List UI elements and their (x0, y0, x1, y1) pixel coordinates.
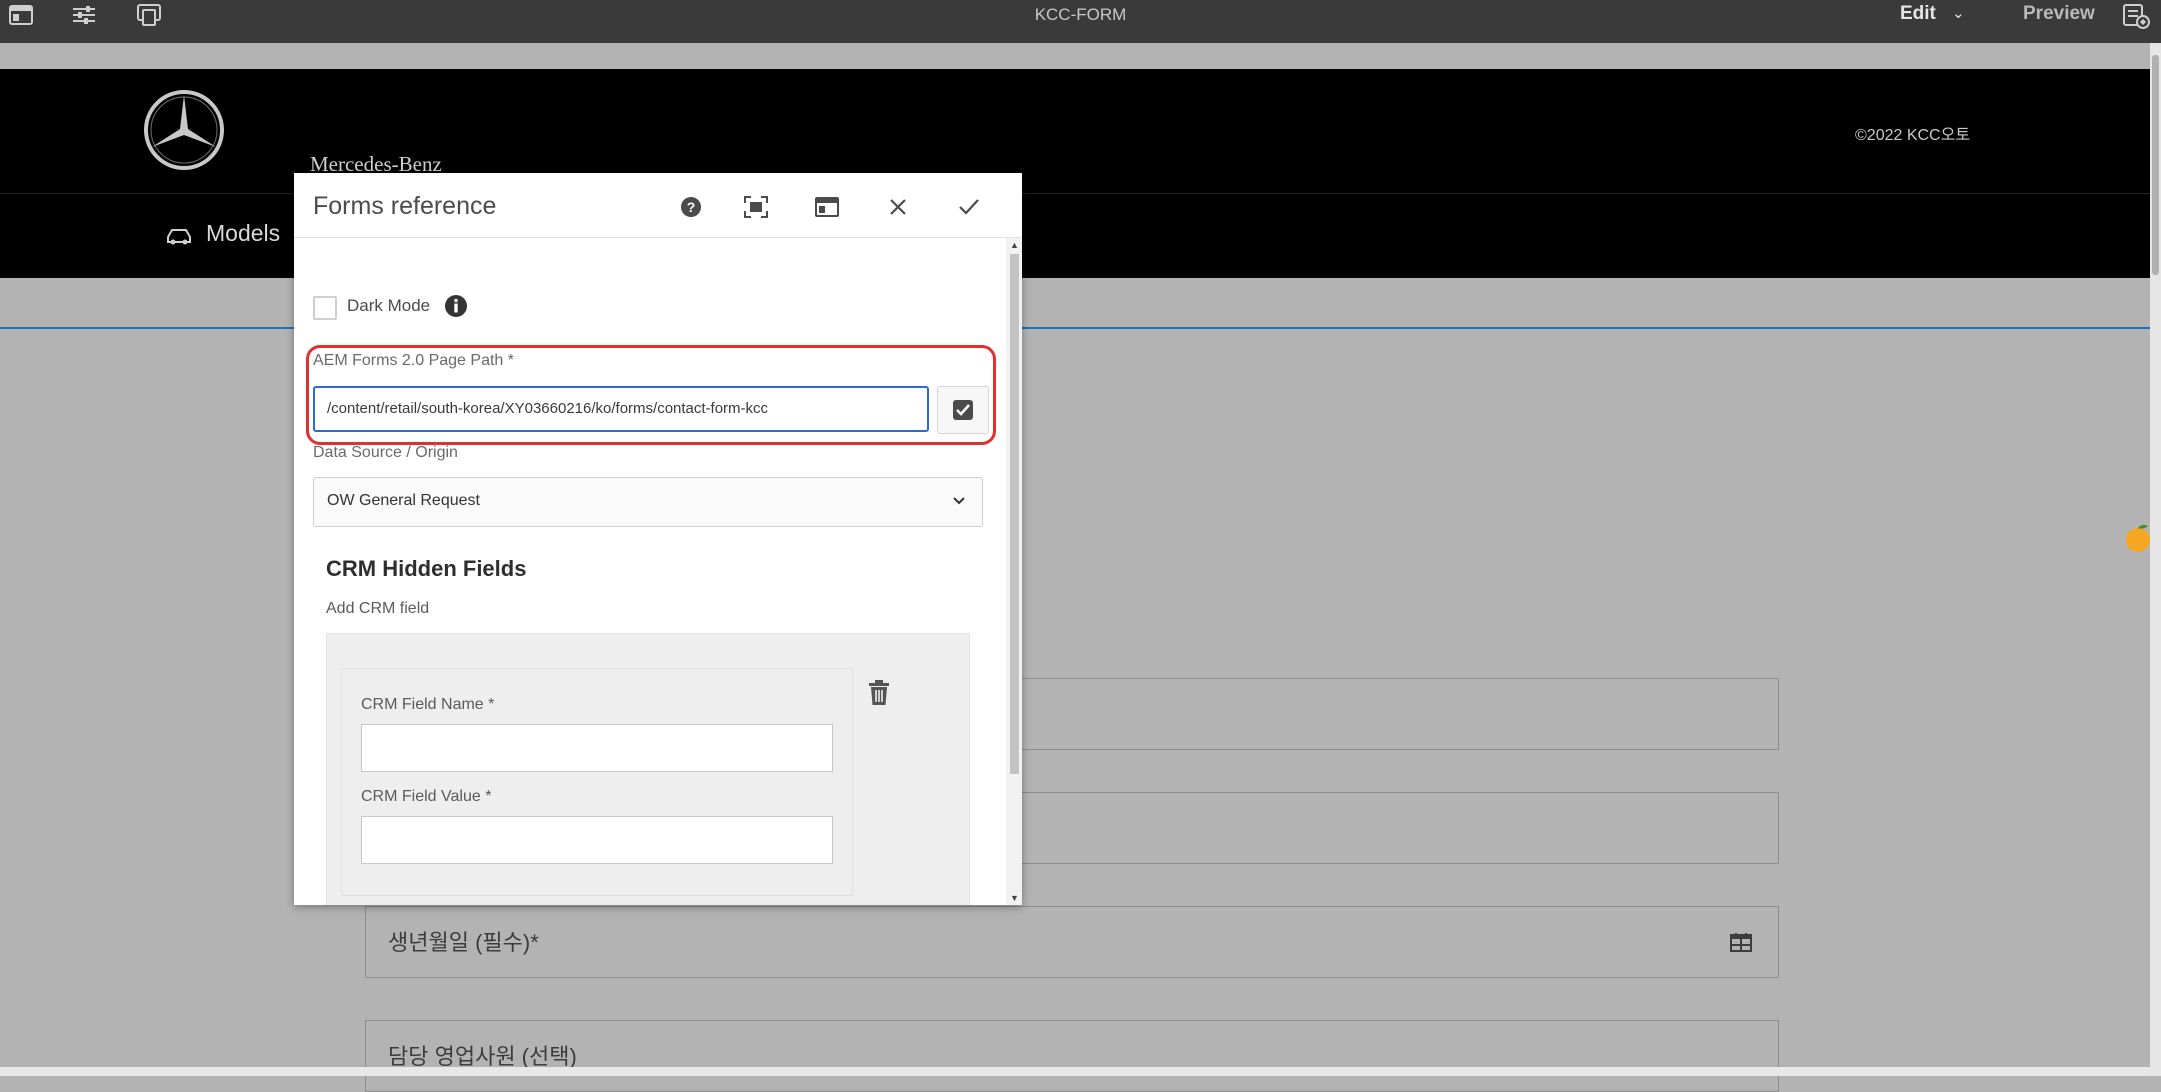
page-title: KCC-FORM (1034, 5, 1127, 24)
scroll-up-arrow-icon[interactable]: ▲ (1010, 240, 1019, 250)
preview-button[interactable]: Preview (2023, 3, 2095, 25)
chevron-down-icon[interactable]: ⌄ (1952, 4, 1965, 22)
crm-section-title: CRM Hidden Fields (326, 556, 527, 581)
close-icon[interactable] (882, 191, 914, 223)
crm-field-name-input[interactable] (361, 724, 833, 772)
dialog-scrollbar-thumb[interactable] (1010, 254, 1019, 774)
info-icon[interactable] (444, 294, 468, 318)
birthdate-label: 생년월일 (필수)* (388, 930, 539, 955)
chevron-down-icon (952, 493, 966, 507)
data-source-value: OW General Request (327, 492, 480, 509)
data-source-select[interactable]: OW General Request (313, 477, 983, 527)
dialog-body: Dark Mode AEM Forms 2.0 Page Path * /con… (294, 238, 1006, 905)
dark-mode-label: Dark Mode (347, 296, 431, 315)
birthdate-field[interactable]: 생년월일 (필수)* (365, 906, 1779, 978)
nav-models-link[interactable]: Models (206, 220, 280, 247)
mercedes-star-logo (143, 89, 225, 171)
edit-mode-dropdown[interactable]: Edit (1900, 3, 1936, 25)
page-canvas-gap (0, 43, 2150, 69)
confirm-check-icon[interactable] (953, 191, 985, 223)
help-icon[interactable]: ? (675, 191, 707, 223)
page-path-input[interactable]: /content/retail/south-korea/XY03660216/k… (313, 386, 929, 432)
crm-field-item: CRM Field Name * CRM Field Value * (341, 668, 853, 896)
orange-widget-icon[interactable] (2124, 523, 2152, 553)
crm-fields-panel: CRM Field Name * CRM Field Value * (326, 633, 970, 905)
path-browse-button[interactable] (937, 386, 989, 434)
fullscreen-icon[interactable] (740, 191, 772, 223)
page-scrollbar-thumb[interactable] (2152, 55, 2159, 275)
svg-text:?: ? (687, 199, 696, 215)
data-source-label: Data Source / Origin (313, 444, 458, 461)
editor-toolbar: KCC-FORM Edit ⌄ Preview (0, 0, 2161, 43)
calendar-icon[interactable] (1730, 932, 1752, 952)
trash-icon[interactable] (867, 680, 893, 708)
crm-field-value-input[interactable] (361, 816, 833, 864)
annotations-icon[interactable] (2122, 3, 2150, 29)
page-bottom-strip (0, 1067, 2150, 1076)
scroll-down-arrow-icon[interactable]: ▼ (1010, 893, 1019, 903)
crm-field-value-label: CRM Field Value * (361, 788, 492, 805)
copyright-text: ©2022 KCC오토 (1855, 127, 1971, 144)
dark-mode-checkbox[interactable] (313, 296, 337, 320)
forms-reference-dialog: Forms reference ? Dark Mode AEM Forms 2.… (294, 173, 1022, 905)
dialog-header: Forms reference ? (294, 173, 1022, 238)
add-crm-field-label: Add CRM field (326, 600, 430, 617)
car-icon (165, 226, 193, 246)
checkbox-checked-icon (953, 400, 973, 420)
dialog-title: Forms reference (313, 192, 497, 220)
crm-field-name-label: CRM Field Name * (361, 696, 495, 713)
panel-icon[interactable] (811, 191, 843, 223)
page-path-label: AEM Forms 2.0 Page Path * (313, 352, 514, 369)
dialog-scrollbar[interactable]: ▲ ▼ (1006, 238, 1022, 905)
sales-rep-field[interactable]: 담당 영업사원 (선택) (365, 1020, 1779, 1092)
